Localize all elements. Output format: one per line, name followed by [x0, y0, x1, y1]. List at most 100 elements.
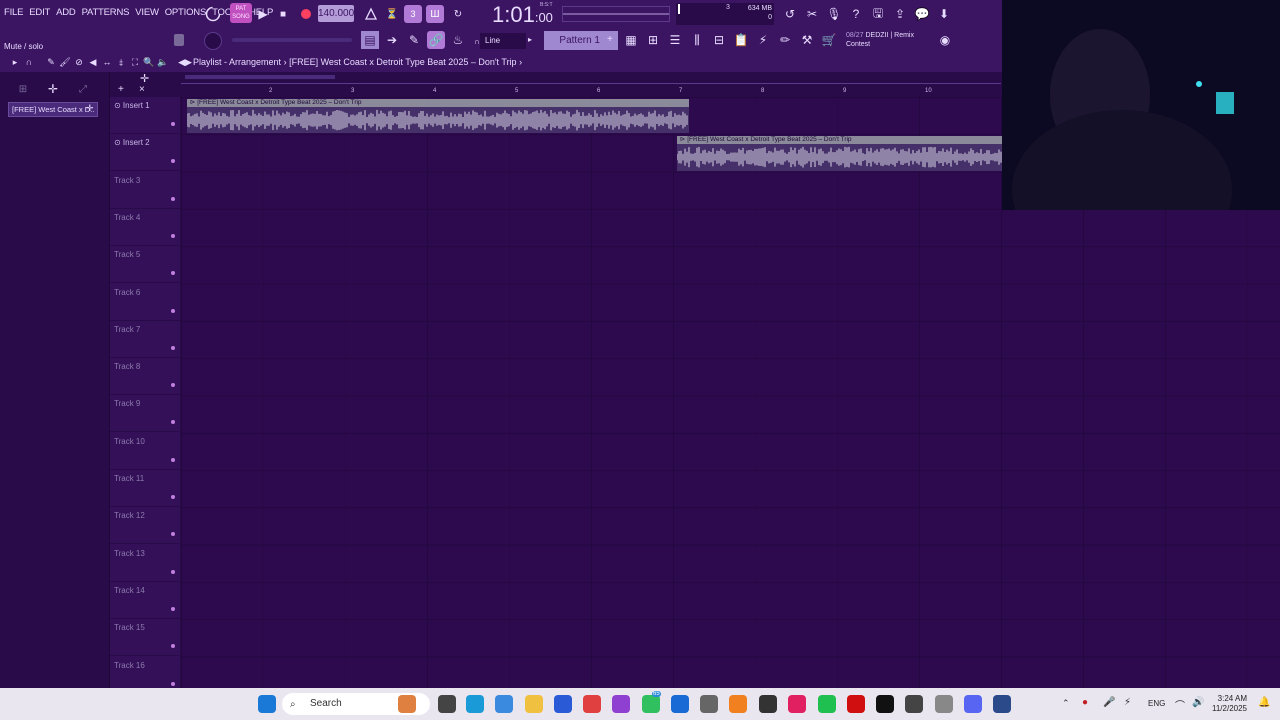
track-led-icon[interactable]	[171, 345, 175, 350]
magnet-snap-icon[interactable]: ∩	[20, 53, 38, 71]
cart-icon[interactable]: 🛒	[820, 31, 838, 49]
stamp-icon[interactable]: ♨	[449, 31, 467, 49]
edge-icon[interactable]	[466, 695, 484, 713]
settings-icon[interactable]	[700, 695, 718, 713]
track-led-icon[interactable]	[171, 644, 175, 649]
tray-bluetooth-icon[interactable]: ⚡	[1124, 697, 1131, 708]
file-explorer-icon[interactable]	[525, 695, 543, 713]
channel-rack-icon[interactable]: ⊞	[644, 31, 662, 49]
netflix-icon[interactable]	[847, 695, 865, 713]
horizontal-scrollbar[interactable]	[181, 72, 1001, 84]
volume-icon[interactable]: 🔊	[1192, 697, 1204, 708]
plug-icon[interactable]: ⚡	[754, 31, 772, 49]
track-header[interactable]: ⊙ Insert 1	[110, 97, 180, 134]
save-icon[interactable]: 🖫	[869, 5, 887, 23]
menu-file[interactable]: FILE	[4, 7, 23, 18]
app-icon[interactable]	[788, 695, 806, 713]
link-icon[interactable]: 🔗	[427, 31, 445, 49]
track-led-icon[interactable]	[171, 233, 175, 238]
tray-language[interactable]: ENG	[1148, 699, 1165, 708]
track-led-icon[interactable]	[171, 122, 175, 126]
track-led-icon[interactable]	[171, 420, 175, 425]
track-led-icon[interactable]	[171, 495, 175, 499]
pat-song-toggle[interactable]: PAT SONG	[230, 3, 252, 23]
track-header[interactable]: Track 10	[110, 433, 180, 470]
stop-icon[interactable]: ■	[274, 5, 292, 23]
close-track-icon[interactable]: ×	[139, 84, 145, 95]
mixer-icon[interactable]: ☰	[666, 31, 684, 49]
track-header[interactable]: Track 6	[110, 284, 180, 321]
piano-roll-icon[interactable]: ▤	[361, 31, 379, 49]
github-icon[interactable]	[905, 695, 923, 713]
globe-icon[interactable]: ◉	[936, 31, 954, 49]
track-header[interactable]: Track 9	[110, 395, 180, 433]
copilot-icon[interactable]	[495, 695, 513, 713]
track-header[interactable]: Track 7	[110, 321, 180, 358]
spotify-icon[interactable]	[818, 695, 836, 713]
task-view-icon[interactable]	[438, 695, 456, 713]
loop-record-icon[interactable]: ↻	[449, 5, 467, 23]
track-led-icon[interactable]	[171, 271, 175, 276]
clip-source-add-icon[interactable]: ✛	[86, 103, 94, 114]
track-header[interactable]: Track 15	[110, 619, 180, 657]
tray-clock[interactable]: 3:24 AM 11/2/2025	[1212, 694, 1247, 714]
picker-move-icon[interactable]: ✛	[44, 80, 62, 98]
picker-audio-icon[interactable]: ⤢	[74, 80, 92, 98]
arrangement-name[interactable]: [FREE] West Coast x Detroit Type Beat 20…	[289, 57, 517, 67]
menu-view[interactable]: VIEW	[135, 7, 159, 18]
widget-icon[interactable]	[398, 695, 416, 713]
wifi-icon[interactable]: ⌒	[1175, 697, 1185, 712]
track-header[interactable]: Track 3	[110, 172, 180, 209]
notification-icon[interactable]: 🔔	[1258, 697, 1270, 708]
instagram-icon[interactable]	[612, 695, 630, 713]
snap-selector[interactable]: Line	[480, 33, 526, 49]
discord-icon[interactable]	[964, 695, 982, 713]
pencil-icon[interactable]: ✏	[776, 31, 794, 49]
track-header[interactable]: ⊙ Insert 2	[110, 134, 180, 172]
clip-source-item[interactable]: [FREE] West Coast x D..	[8, 102, 98, 117]
notepad-icon[interactable]	[935, 695, 953, 713]
windows-start-icon[interactable]	[258, 695, 276, 713]
track-header[interactable]: Track 5	[110, 246, 180, 284]
track-header[interactable]: Track 8	[110, 358, 180, 396]
audio-clip[interactable]: ⊳ [FREE] West Coast x Detroit Type Beat …	[187, 99, 689, 134]
track-led-icon[interactable]	[171, 606, 175, 611]
sliders-icon[interactable]: ⫼	[688, 31, 706, 49]
track-header[interactable]: Track 14	[110, 582, 180, 619]
chat-icon[interactable]: 💬	[913, 5, 931, 23]
play-icon[interactable]: ▶	[254, 5, 272, 23]
tools-icon[interactable]: ⚒	[798, 31, 816, 49]
undo-icon[interactable]: ↺	[781, 5, 799, 23]
picker-view-icon[interactable]: ⊞	[14, 80, 32, 98]
cut-icon[interactable]: ✂	[803, 5, 821, 23]
tray-mic-icon[interactable]: 🎤	[1103, 697, 1115, 708]
track-move-icon[interactable]: ✛	[140, 72, 149, 85]
snap-arrow-icon[interactable]: ▸	[528, 35, 532, 44]
arrow-icon[interactable]: ➔	[383, 31, 401, 49]
record-icon[interactable]	[297, 5, 315, 23]
store-icon[interactable]	[554, 695, 572, 713]
track-led-icon[interactable]	[171, 159, 175, 164]
track-led-icon[interactable]	[171, 196, 175, 201]
menu-edit[interactable]: EDIT	[29, 7, 50, 18]
brush-icon[interactable]: ✎	[405, 31, 423, 49]
clipboard-icon[interactable]: 📋	[732, 31, 750, 49]
step-edit-icon[interactable]: Ш	[426, 5, 444, 23]
tempo-display[interactable]: 140.000	[318, 5, 354, 22]
download-icon[interactable]: ⬇	[935, 5, 953, 23]
epic-games-icon[interactable]	[759, 695, 777, 713]
metronome-icon[interactable]	[362, 5, 380, 23]
track-led-icon[interactable]	[171, 457, 175, 462]
add-pattern-icon[interactable]: +	[607, 34, 613, 45]
whatsapp-icon[interactable]	[642, 695, 660, 713]
playback-tool-icon[interactable]: 🔈	[154, 53, 172, 71]
track-led-icon[interactable]	[171, 532, 175, 537]
track-led-icon[interactable]	[171, 308, 175, 313]
playlist-icon[interactable]: ▦	[622, 31, 640, 49]
track-header[interactable]: Track 4	[110, 209, 180, 246]
tiktok-icon[interactable]	[876, 695, 894, 713]
chrome-icon[interactable]	[583, 695, 601, 713]
track-header[interactable]: Track 11	[110, 470, 180, 507]
master-volume-knob[interactable]	[204, 32, 222, 50]
menu-add[interactable]: ADD	[56, 7, 76, 18]
